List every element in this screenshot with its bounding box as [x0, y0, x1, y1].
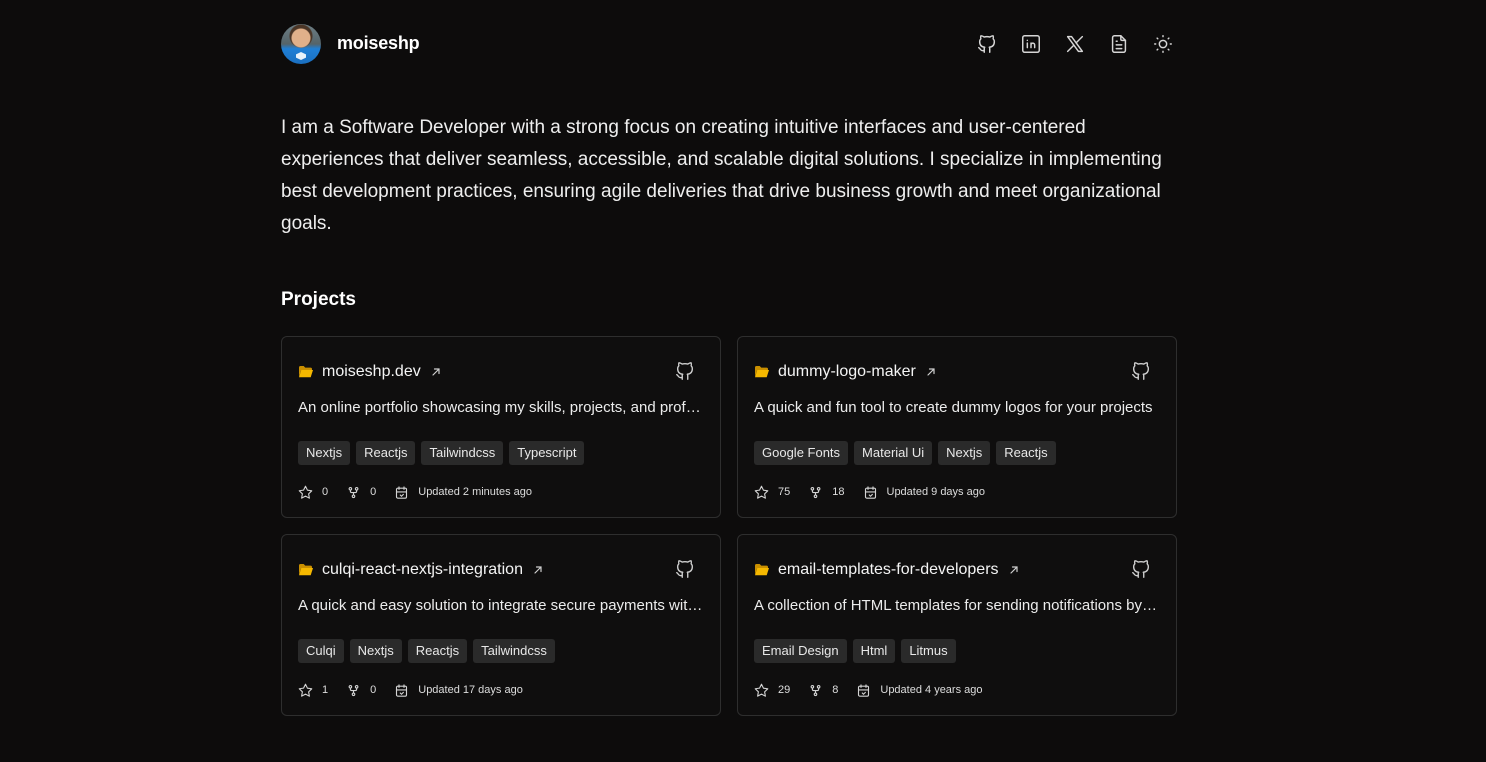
forks: 0 [346, 683, 376, 698]
x-icon[interactable] [1061, 30, 1089, 58]
calendar-icon [864, 485, 876, 499]
calendar-icon [396, 683, 408, 697]
tag: Litmus [901, 639, 956, 663]
fork-count: 0 [370, 486, 377, 498]
updated: Updated 4 years ago [856, 683, 983, 698]
tag: Html [852, 639, 896, 663]
project-card-header: dummy-logo-maker [754, 361, 1160, 383]
project-description: A quick and easy solution to integrate s… [298, 597, 704, 614]
stars: 1 [298, 683, 328, 698]
fork-icon [810, 684, 821, 696]
linkedin-icon[interactable] [1017, 30, 1045, 58]
stars: 0 [298, 485, 328, 500]
tag: Typescript [509, 441, 585, 465]
github-icon[interactable] [674, 558, 696, 580]
folder-icon [298, 365, 314, 379]
github-icon[interactable] [973, 30, 1001, 58]
updated: Updated 17 days ago [394, 683, 523, 698]
avatar[interactable] [281, 24, 321, 64]
project-tags: Email Design Html Litmus [754, 639, 1160, 663]
calendar-icon [858, 683, 870, 697]
external-link-icon[interactable] [533, 565, 543, 575]
project-meta: 75 18 Updated 9 days ago [754, 484, 1160, 500]
fork-count: 18 [832, 486, 845, 498]
project-meta: 1 0 Updated 17 days ago [298, 682, 704, 698]
updated-text: Updated 17 days ago [418, 684, 523, 696]
project-title-link[interactable]: culqi-react-nextjs-integration [322, 561, 523, 579]
projects-heading: Projects [281, 289, 356, 310]
fork-count: 8 [832, 684, 839, 696]
project-card-header: culqi-react-nextjs-integration [298, 559, 704, 581]
project-card: culqi-react-nextjs-integration A quick a… [281, 534, 721, 716]
tag: Reactjs [356, 441, 416, 465]
folder-icon [754, 563, 770, 577]
star-count: 0 [322, 486, 329, 498]
calendar-icon [396, 485, 408, 499]
external-link-icon[interactable] [1009, 565, 1019, 575]
star-count: 29 [778, 684, 791, 696]
stars: 29 [754, 683, 790, 698]
project-title-link[interactable]: dummy-logo-maker [778, 363, 916, 381]
tag: Nextjs [298, 441, 351, 465]
forks: 0 [346, 485, 376, 500]
projects-grid: moiseshp.dev An online portfolio showcas… [281, 336, 1177, 716]
tag: Reactjs [996, 441, 1056, 465]
project-description: A collection of HTML templates for sendi… [754, 597, 1160, 614]
tag: Reactjs [407, 639, 468, 663]
fork-icon [348, 486, 359, 498]
fork-count: 0 [370, 684, 377, 696]
project-card: email-templates-for-developers A collect… [737, 534, 1177, 716]
username[interactable]: moiseshp [337, 33, 420, 54]
folder-icon [754, 365, 770, 379]
updated-text: Updated 4 years ago [880, 684, 983, 696]
star-icon [298, 683, 313, 697]
forks: 8 [808, 683, 838, 698]
stars: 75 [754, 485, 790, 500]
updated-text: Updated 9 days ago [886, 486, 985, 498]
github-icon[interactable] [1130, 558, 1152, 580]
star-count: 75 [778, 486, 791, 498]
site-header: moiseshp [281, 24, 1177, 64]
tag: Nextjs [938, 441, 991, 465]
tag: Culqi [298, 639, 344, 663]
tag: Tailwindcss [421, 441, 504, 465]
folder-icon [298, 563, 314, 577]
updated: Updated 9 days ago [863, 485, 985, 500]
fork-icon [348, 684, 359, 696]
project-description: A quick and fun tool to create dummy log… [754, 399, 1153, 416]
external-link-icon[interactable] [926, 367, 936, 377]
updated-text: Updated 2 minutes ago [418, 486, 532, 498]
project-card-header: moiseshp.dev [298, 361, 704, 383]
tag: Nextjs [349, 639, 402, 663]
project-description: An online portfolio showcasing my skills… [298, 399, 704, 416]
header-nav [973, 30, 1177, 58]
external-link-icon[interactable] [431, 367, 441, 377]
project-tags: Google Fonts Material Ui Nextjs Reactjs [754, 441, 1160, 465]
project-meta: 0 0 Updated 2 minutes ago [298, 484, 704, 500]
project-tags: Culqi Nextjs Reactjs Tailwindcss [298, 639, 704, 663]
project-meta: 29 8 Updated 4 years ago [754, 682, 1160, 698]
tag: Google Fonts [754, 441, 849, 465]
tag: Material Ui [854, 441, 933, 465]
project-card: dummy-logo-maker A quick and fun tool to… [737, 336, 1177, 518]
star-count: 1 [322, 684, 329, 696]
star-icon [754, 683, 769, 697]
forks: 18 [808, 485, 845, 500]
updated: Updated 2 minutes ago [394, 485, 532, 500]
github-icon[interactable] [1130, 360, 1152, 382]
resume-icon[interactable] [1105, 30, 1133, 58]
bio-text: I am a Software Developer with a strong … [281, 117, 1162, 234]
project-title-link[interactable]: moiseshp.dev [322, 363, 421, 381]
project-tags: Nextjs Reactjs Tailwindcss Typescript [298, 441, 704, 465]
sun-icon[interactable] [1149, 30, 1177, 58]
project-card: moiseshp.dev An online portfolio showcas… [281, 336, 721, 518]
star-icon [754, 485, 769, 499]
star-icon [298, 485, 313, 499]
fork-icon [810, 486, 821, 498]
github-icon[interactable] [674, 360, 696, 382]
project-title-link[interactable]: email-templates-for-developers [778, 561, 999, 579]
tag: Email Design [754, 639, 847, 663]
tag: Tailwindcss [473, 639, 555, 663]
project-card-header: email-templates-for-developers [754, 559, 1160, 581]
